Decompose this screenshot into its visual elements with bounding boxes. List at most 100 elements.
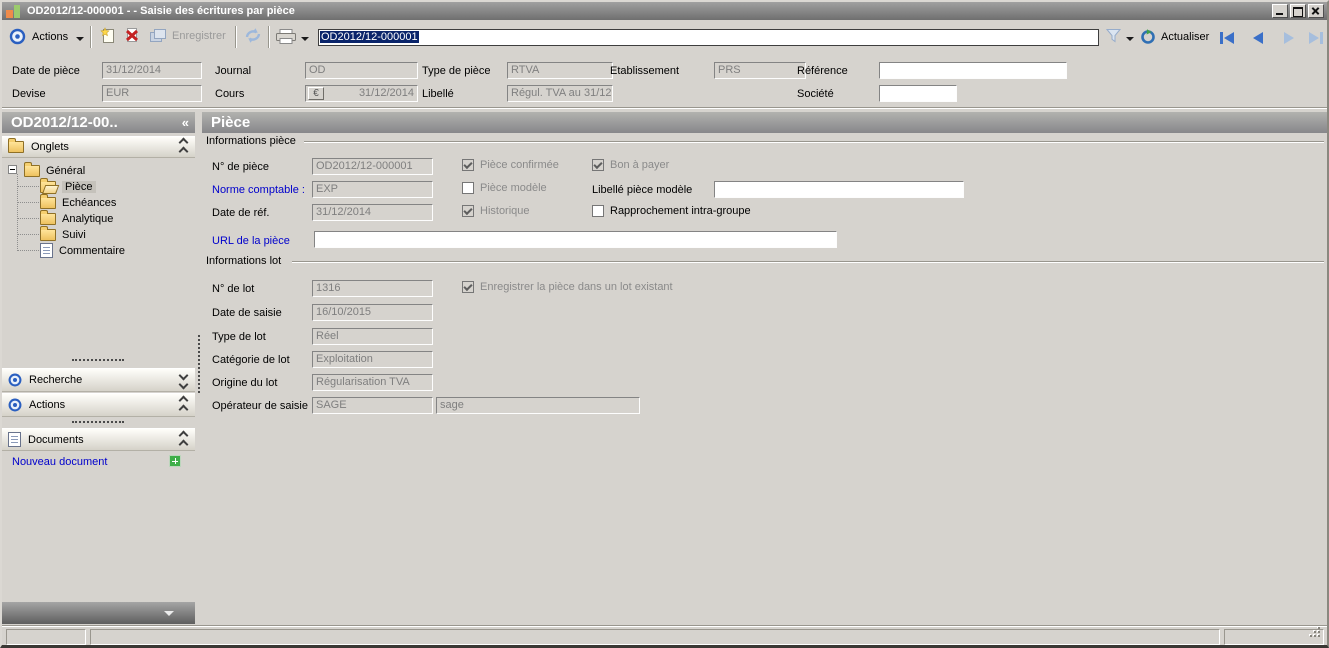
cours-field: € 31/12/2014 [305,85,418,102]
printer-icon [276,29,296,44]
expand-down-icon [164,611,174,616]
date-saisie-field: 16/10/2015 [312,304,433,321]
nav-next-button[interactable] [1276,29,1302,47]
vertical-splitter[interactable] [198,335,200,393]
journal-field: OD [305,62,418,79]
resize-grip[interactable] [1310,627,1322,639]
close-button[interactable] [1308,4,1324,18]
group-legend: Informations pièce [206,135,296,147]
field-label: N° de lot [212,283,255,295]
chevron-up-icon[interactable] [178,137,189,157]
bullseye-icon [9,28,26,45]
save-icon [150,29,166,42]
sidebar-section-recherche[interactable]: Recherche [2,368,195,392]
refresh-view-button[interactable]: Actualiser [1140,29,1209,45]
checkbox-icon [462,159,474,171]
refresh-view-label: Actualiser [1161,31,1210,43]
field-label: N° de pièce [212,161,269,173]
document-number-input[interactable]: OD2012/12-000001 [318,29,1099,46]
operateur-saisie-field: SAGE [312,397,433,414]
check-icon [463,281,473,292]
reference-field[interactable] [879,62,1067,79]
horizontal-splitter[interactable] [72,421,124,423]
new-document-button[interactable] [99,27,117,44]
actualiser-icon [1141,29,1155,44]
norme-comptable-link-label[interactable]: Norme comptable : [212,184,305,197]
print-button[interactable] [276,29,296,45]
folder-icon [40,209,56,225]
euro-button[interactable]: € [308,87,324,100]
tree-item-general[interactable]: Général [24,161,85,178]
nav-last-button[interactable] [1303,29,1327,47]
url-piece-link-label[interactable]: URL de la pièce [212,235,290,248]
horizontal-splitter[interactable] [72,359,124,361]
filter-dropdown-icon[interactable] [1126,37,1134,41]
recherche-label: Recherche [29,374,83,386]
nav-previous-button[interactable] [1245,29,1271,47]
tree-item-suivi[interactable]: Suivi [40,225,86,242]
sidebar-bottom-bar[interactable] [2,602,195,624]
minimize-button[interactable] [1272,4,1288,18]
numero-piece-field: OD2012/12-000001 [312,158,433,175]
save-button[interactable]: Enregistrer [149,28,226,43]
group-legend: Informations lot [206,255,282,267]
delete-button[interactable] [123,27,141,44]
field-label: Date de pièce [12,65,80,77]
chevron-up-icon[interactable] [178,395,189,415]
tree-expander-minus[interactable] [8,165,17,174]
sidebar-section-documents[interactable]: Documents [2,428,195,451]
tree-item-piece[interactable]: Pièce [40,177,96,194]
actions-menu-button[interactable]: Actions [32,31,68,43]
title-bar: OD2012/12-000001 - - Saisie des écriture… [2,2,1327,20]
filter-funnel-icon [1106,29,1122,43]
sidebar-section-onglets[interactable]: Onglets [2,136,195,158]
operateur-nom-field: sage [436,397,640,414]
save-label: Enregistrer [172,29,226,42]
field-label: Date de réf. [212,207,270,219]
field-label: Cours [215,88,245,100]
add-document-icon[interactable] [169,455,181,467]
app-chart-icon [6,4,21,18]
bullseye-icon [8,398,22,412]
date-piece-field: 31/12/2014 [102,62,202,79]
new-document-icon [100,27,114,43]
field-label: Origine du lot [212,377,278,389]
url-piece-field[interactable] [314,231,837,248]
historique-checkbox: Historique [462,205,530,217]
sidebar-panel-title: OD2012/12-00.. « [2,112,195,133]
libelle-piece-modele-field[interactable] [714,181,964,198]
checkbox-icon [462,281,474,293]
devise-field: EUR [102,85,202,102]
folder-icon [24,161,40,177]
print-dropdown-icon[interactable] [301,37,309,41]
tree-item-analytique[interactable]: Analytique [40,209,113,226]
delete-icon [125,28,139,42]
chevron-up-icon[interactable] [178,430,189,449]
document-icon [8,432,21,447]
status-panel-middle [90,629,1220,645]
field-label: Libellé pièce modèle [592,184,693,196]
sidebar-section-actions[interactable]: Actions [2,393,195,417]
lot-existant-checkbox: Enregistrer la pièce dans un lot existan… [462,281,673,293]
field-label: Référence [797,65,848,77]
bon-a-payer-checkbox: Bon à payer [592,159,669,171]
checkbox-icon [592,205,604,217]
rapprochement-checkbox[interactable]: Rapprochement intra-groupe [592,205,751,217]
societe-field[interactable] [879,85,957,102]
origine-lot-field: Régularisation TVA [312,374,433,391]
chevron-down-icon[interactable] [178,370,189,390]
maximize-button[interactable] [1290,4,1306,18]
refresh-button[interactable] [243,27,263,44]
etablissement-field: PRS [714,62,806,79]
nav-first-button[interactable] [1214,29,1240,47]
collapse-panel-icon[interactable]: « [182,112,189,133]
folder-icon [8,138,24,153]
cours-value: 31/12/2014 [358,87,414,99]
tree-item-commentaire[interactable]: Commentaire [40,243,125,258]
tree-item-echeances[interactable]: Echéances [40,193,116,210]
field-label: Journal [215,65,252,77]
folder-icon [40,225,56,241]
filter-button[interactable] [1106,28,1122,43]
date-ref-field: 31/12/2014 [312,204,433,221]
new-document-link[interactable]: Nouveau document [12,456,107,468]
